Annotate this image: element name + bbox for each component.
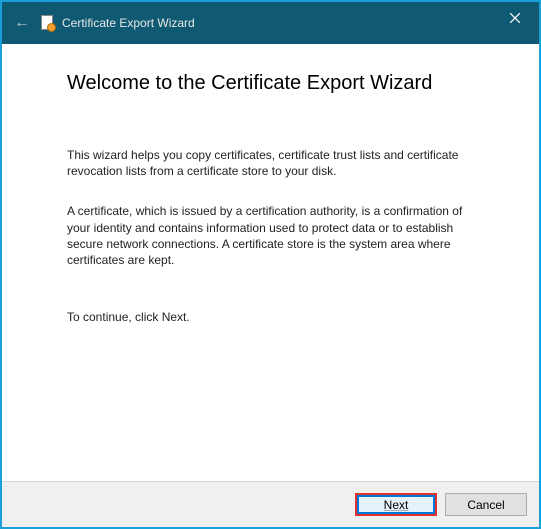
footer: Next Cancel — [2, 481, 539, 527]
next-button[interactable]: Next — [355, 493, 437, 516]
back-arrow-icon: ← — [14, 14, 30, 32]
window-title: Certificate Export Wizard — [62, 16, 195, 30]
close-icon — [510, 13, 520, 23]
cancel-button[interactable]: Cancel — [445, 493, 527, 516]
titlebar: ← Certificate Export Wizard — [2, 2, 539, 44]
next-button-label: Next — [384, 498, 409, 512]
wizard-window: ← Certificate Export Wizard Welcome to t… — [0, 0, 541, 529]
cancel-button-label: Cancel — [467, 498, 504, 512]
close-button[interactable] — [495, 4, 535, 32]
intro-paragraph-1: This wizard helps you copy certificates,… — [67, 147, 484, 179]
intro-paragraph-2: A certificate, which is issued by a cert… — [67, 203, 484, 268]
certificate-wizard-icon — [40, 14, 56, 32]
continue-instruction: To continue, click Next. — [67, 310, 484, 324]
content-area: Welcome to the Certificate Export Wizard… — [2, 44, 539, 481]
page-heading: Welcome to the Certificate Export Wizard — [67, 72, 484, 95]
